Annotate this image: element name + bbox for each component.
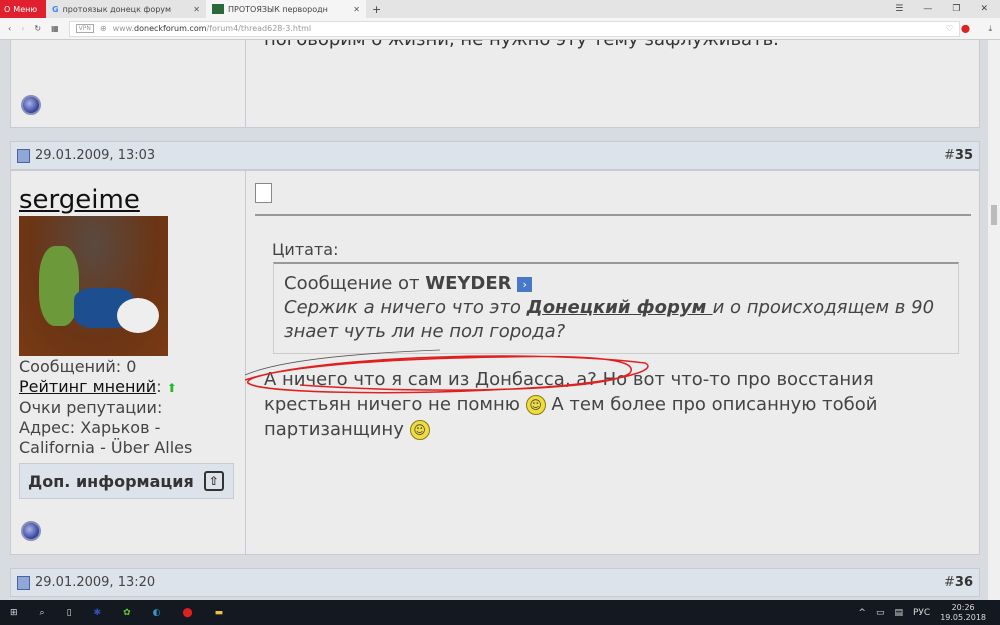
browser-tab-active[interactable]: ПРОТОЯЗЫК первородн ✕ bbox=[206, 0, 366, 18]
url-field[interactable]: VPN ⊕ www.doneckforum.com/forum4/thread628… bbox=[68, 20, 960, 37]
tab-title: протоязык донецк форум bbox=[62, 4, 172, 14]
reload-icon[interactable]: ↻ bbox=[34, 24, 41, 33]
url-domain: doneckforum.com bbox=[134, 24, 207, 33]
browser-tab-bar: O Меню Gпротоязык донецк форум ✕ ПРОТОЯЗЫК… bbox=[0, 0, 1000, 18]
maximize-icon[interactable]: ❐ bbox=[952, 4, 960, 14]
task-view-icon[interactable]: ▯ bbox=[67, 608, 72, 618]
notes-icon[interactable]: ▤ bbox=[894, 608, 903, 618]
speed-dial-icon[interactable]: ▦ bbox=[51, 24, 59, 33]
quote-from: Сообщение от bbox=[284, 273, 420, 294]
page-scrollbar[interactable] bbox=[988, 40, 1000, 600]
google-icon: G bbox=[52, 4, 59, 14]
hash: # bbox=[944, 575, 955, 590]
close-tab-icon[interactable]: ✕ bbox=[353, 5, 360, 14]
colon: : bbox=[156, 377, 162, 396]
post-header: 29.01.2009, 13:03 #35 bbox=[10, 141, 980, 170]
windows-start-icon[interactable]: ⊞ bbox=[10, 608, 18, 618]
new-tab-button[interactable]: + bbox=[366, 3, 387, 16]
post-icon bbox=[17, 575, 30, 590]
quote-box: Сообщение от WEYDER › Сержик а ничего чт… bbox=[273, 262, 959, 354]
post-number-link[interactable]: #35 bbox=[944, 148, 973, 163]
post-doc-icon bbox=[255, 183, 272, 203]
close-tab-icon[interactable]: ✕ bbox=[193, 5, 200, 14]
post-date: 29.01.2009, 13:03 bbox=[35, 148, 156, 163]
opera-icon: O bbox=[4, 4, 11, 14]
globe-icon: ⊕ bbox=[99, 24, 107, 33]
more-info-button[interactable]: Доп. информация ⇧ bbox=[19, 463, 234, 499]
post-text: поговорим о жизни, не нужно эту тему заф… bbox=[264, 40, 779, 50]
forward-icon[interactable]: › bbox=[21, 24, 24, 33]
app-icon[interactable]: ✱ bbox=[94, 608, 102, 618]
more-info-label: Доп. информация bbox=[28, 471, 194, 491]
avatar bbox=[19, 216, 168, 356]
vpn-badge[interactable]: VPN bbox=[75, 24, 94, 33]
tray-chevron-icon[interactable]: ^ bbox=[858, 608, 866, 618]
file-explorer-icon[interactable]: ▬ bbox=[215, 608, 224, 618]
red-scribble-annotation bbox=[244, 349, 649, 394]
address-cont: California - Über Alles bbox=[19, 438, 193, 457]
tab-title: ПРОТОЯЗЫК первородн bbox=[228, 4, 328, 14]
scrollbar-thumb[interactable] bbox=[991, 205, 997, 225]
rating-link[interactable]: Рейтинг мнений bbox=[19, 377, 156, 396]
quote-label: Цитата: bbox=[272, 240, 339, 259]
clock[interactable]: 20:26 19.05.2018 bbox=[940, 603, 986, 623]
messages-count: Сообщений: 0 bbox=[19, 357, 137, 376]
app-icon[interactable]: ✿ bbox=[123, 608, 131, 618]
browser-tab[interactable]: Gпротоязык донецк форум ✕ bbox=[46, 0, 206, 18]
date: 19.05.2018 bbox=[940, 612, 986, 622]
status-globe-icon bbox=[21, 521, 41, 541]
user-info: Сообщений: 0 Рейтинг мнений: ⬆ Очки репу… bbox=[19, 357, 192, 458]
arrow-up-icon: ⬆ bbox=[166, 381, 177, 395]
opera-menu-button[interactable]: O Меню bbox=[0, 0, 46, 18]
favicon-icon bbox=[212, 4, 224, 14]
url-prefix: www. bbox=[112, 24, 135, 33]
address: Адрес: Харьков - bbox=[19, 418, 161, 437]
menu-label: Меню bbox=[13, 4, 38, 14]
username-link[interactable]: sergeime bbox=[19, 185, 140, 215]
tab-menu-icon[interactable]: ☰ bbox=[895, 4, 903, 14]
post-number: 35 bbox=[954, 148, 973, 163]
network-icon[interactable]: ▭ bbox=[876, 608, 885, 618]
back-icon[interactable]: ‹ bbox=[8, 24, 11, 33]
divider bbox=[255, 214, 971, 216]
hash: # bbox=[944, 148, 955, 163]
address-bar-row: ‹ › ↻ ▦ VPN ⊕ www.doneckforum.com/forum4/thre… bbox=[0, 18, 1000, 40]
heart-icon[interactable]: ♡ bbox=[946, 24, 953, 33]
download-icon[interactable]: ⤓ bbox=[988, 24, 992, 34]
search-icon[interactable]: ⌕ bbox=[40, 608, 45, 618]
opera-taskbar-icon[interactable]: ⬤ bbox=[183, 608, 193, 618]
url-path: /forum4/thread628-3.html bbox=[206, 24, 312, 33]
reputation: Очки репутации: bbox=[19, 398, 163, 417]
view-post-arrow-icon[interactable]: › bbox=[517, 276, 533, 292]
post-date: 29.01.2009, 13:20 bbox=[35, 575, 156, 590]
windows-taskbar: ⊞ ⌕ ▯ ✱ ✿ ◐ ⬤ ▬ ^ ▭ ▤ РУС 20:26 19.05.2018 bbox=[0, 600, 1000, 625]
ccleaner-icon[interactable]: ◐ bbox=[153, 608, 161, 618]
language-indicator[interactable]: РУС bbox=[913, 608, 930, 618]
post-icon bbox=[17, 148, 30, 163]
close-window-icon[interactable]: ✕ bbox=[980, 4, 988, 14]
minimize-icon[interactable]: — bbox=[923, 4, 932, 14]
previous-post: поговорим о жизни, не нужно эту тему заф… bbox=[10, 40, 980, 128]
time: 20:26 bbox=[951, 602, 975, 612]
smiley-icon: ☺ bbox=[409, 420, 430, 440]
adblock-icon[interactable]: ⬤ bbox=[961, 24, 970, 33]
quote-text: Сержик а ничего что это bbox=[284, 297, 527, 318]
expand-icon: ⇧ bbox=[203, 471, 224, 491]
post-header: 29.01.2009, 13:20 #36 bbox=[10, 568, 980, 597]
post-number-link[interactable]: #36 bbox=[944, 575, 973, 590]
post-number: 36 bbox=[954, 575, 973, 590]
status-globe-icon bbox=[21, 95, 41, 115]
quote-link[interactable]: Донецкий форум bbox=[527, 297, 713, 318]
quote-author: WEYDER bbox=[425, 273, 512, 294]
